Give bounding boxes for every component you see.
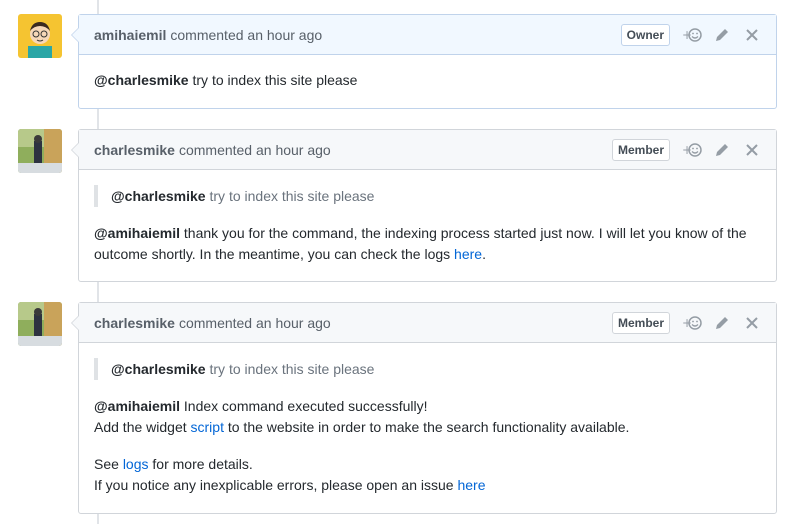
user-mention[interactable]: @amihaiemil (94, 225, 180, 241)
pencil-icon[interactable] (712, 25, 732, 45)
comment-body: @charlesmike try to index this site plea… (79, 55, 776, 106)
comment-1: amihaiemil commented an hour ago Owner +… (71, 14, 777, 109)
blockquote: @charlesmike try to index this site plea… (94, 358, 761, 380)
close-icon[interactable] (742, 313, 762, 333)
issue-link[interactable]: here (457, 477, 485, 493)
pencil-icon[interactable] (712, 140, 732, 160)
comment-text-end: . (482, 246, 486, 262)
add-reaction-icon[interactable]: + (682, 25, 702, 45)
avatar-charlesmike[interactable] (18, 302, 62, 346)
quoted-mention[interactable]: @charlesmike (111, 188, 206, 204)
comment-timestamp[interactable]: commented an hour ago (179, 142, 331, 158)
user-mention[interactable]: @charlesmike (94, 72, 189, 88)
quoted-text: try to index this site please (205, 188, 375, 204)
comment-header: charlesmike commented an hour ago Member… (79, 130, 776, 170)
quoted-mention[interactable]: @charlesmike (111, 361, 206, 377)
add-reaction-icon[interactable]: + (682, 313, 702, 333)
comment-2: charlesmike commented an hour ago Member… (71, 129, 777, 282)
comment-body: @charlesmike try to index this site plea… (79, 343, 776, 511)
logs-link[interactable]: logs (123, 456, 149, 472)
script-link[interactable]: script (191, 419, 224, 435)
comment-timestamp[interactable]: commented an hour ago (179, 315, 331, 331)
add-reaction-icon[interactable]: + (682, 140, 702, 160)
close-icon[interactable] (742, 140, 762, 160)
member-badge: Member (611, 311, 670, 334)
close-icon[interactable] (742, 25, 762, 45)
logs-link[interactable]: here (454, 246, 482, 262)
pencil-icon[interactable] (712, 313, 732, 333)
user-mention[interactable]: @amihaiemil (94, 398, 180, 414)
comment-author[interactable]: charlesmike (94, 142, 175, 158)
avatar-amihaiemil[interactable] (18, 14, 62, 58)
comment-author[interactable]: amihaiemil (94, 27, 166, 43)
comment-text: If you notice any inexplicable errors, p… (94, 477, 458, 493)
comment-text: See (94, 456, 123, 472)
comment-text: for more details. (148, 456, 253, 472)
comment-text: to the website in order to make the sear… (223, 419, 630, 435)
comment-body: @charlesmike try to index this site plea… (79, 170, 776, 280)
comment-header: amihaiemil commented an hour ago Owner + (79, 15, 776, 55)
quoted-text: try to index this site please (205, 361, 375, 377)
blockquote: @charlesmike try to index this site plea… (94, 185, 761, 207)
comment-3: charlesmike commented an hour ago Member… (71, 302, 777, 514)
comment-text: Index command executed successfully! (180, 398, 428, 414)
member-badge: Member (611, 138, 670, 161)
comment-header: charlesmike commented an hour ago Member… (79, 303, 776, 343)
comment-author[interactable]: charlesmike (94, 315, 175, 331)
comment-timestamp[interactable]: commented an hour ago (170, 27, 322, 43)
comment-text: try to index this site please (188, 72, 358, 88)
comment-text: thank you for the command, the indexing … (94, 225, 747, 262)
avatar-charlesmike[interactable] (18, 129, 62, 173)
comment-text: Add the widget (94, 419, 191, 435)
owner-badge: Owner (620, 23, 670, 46)
